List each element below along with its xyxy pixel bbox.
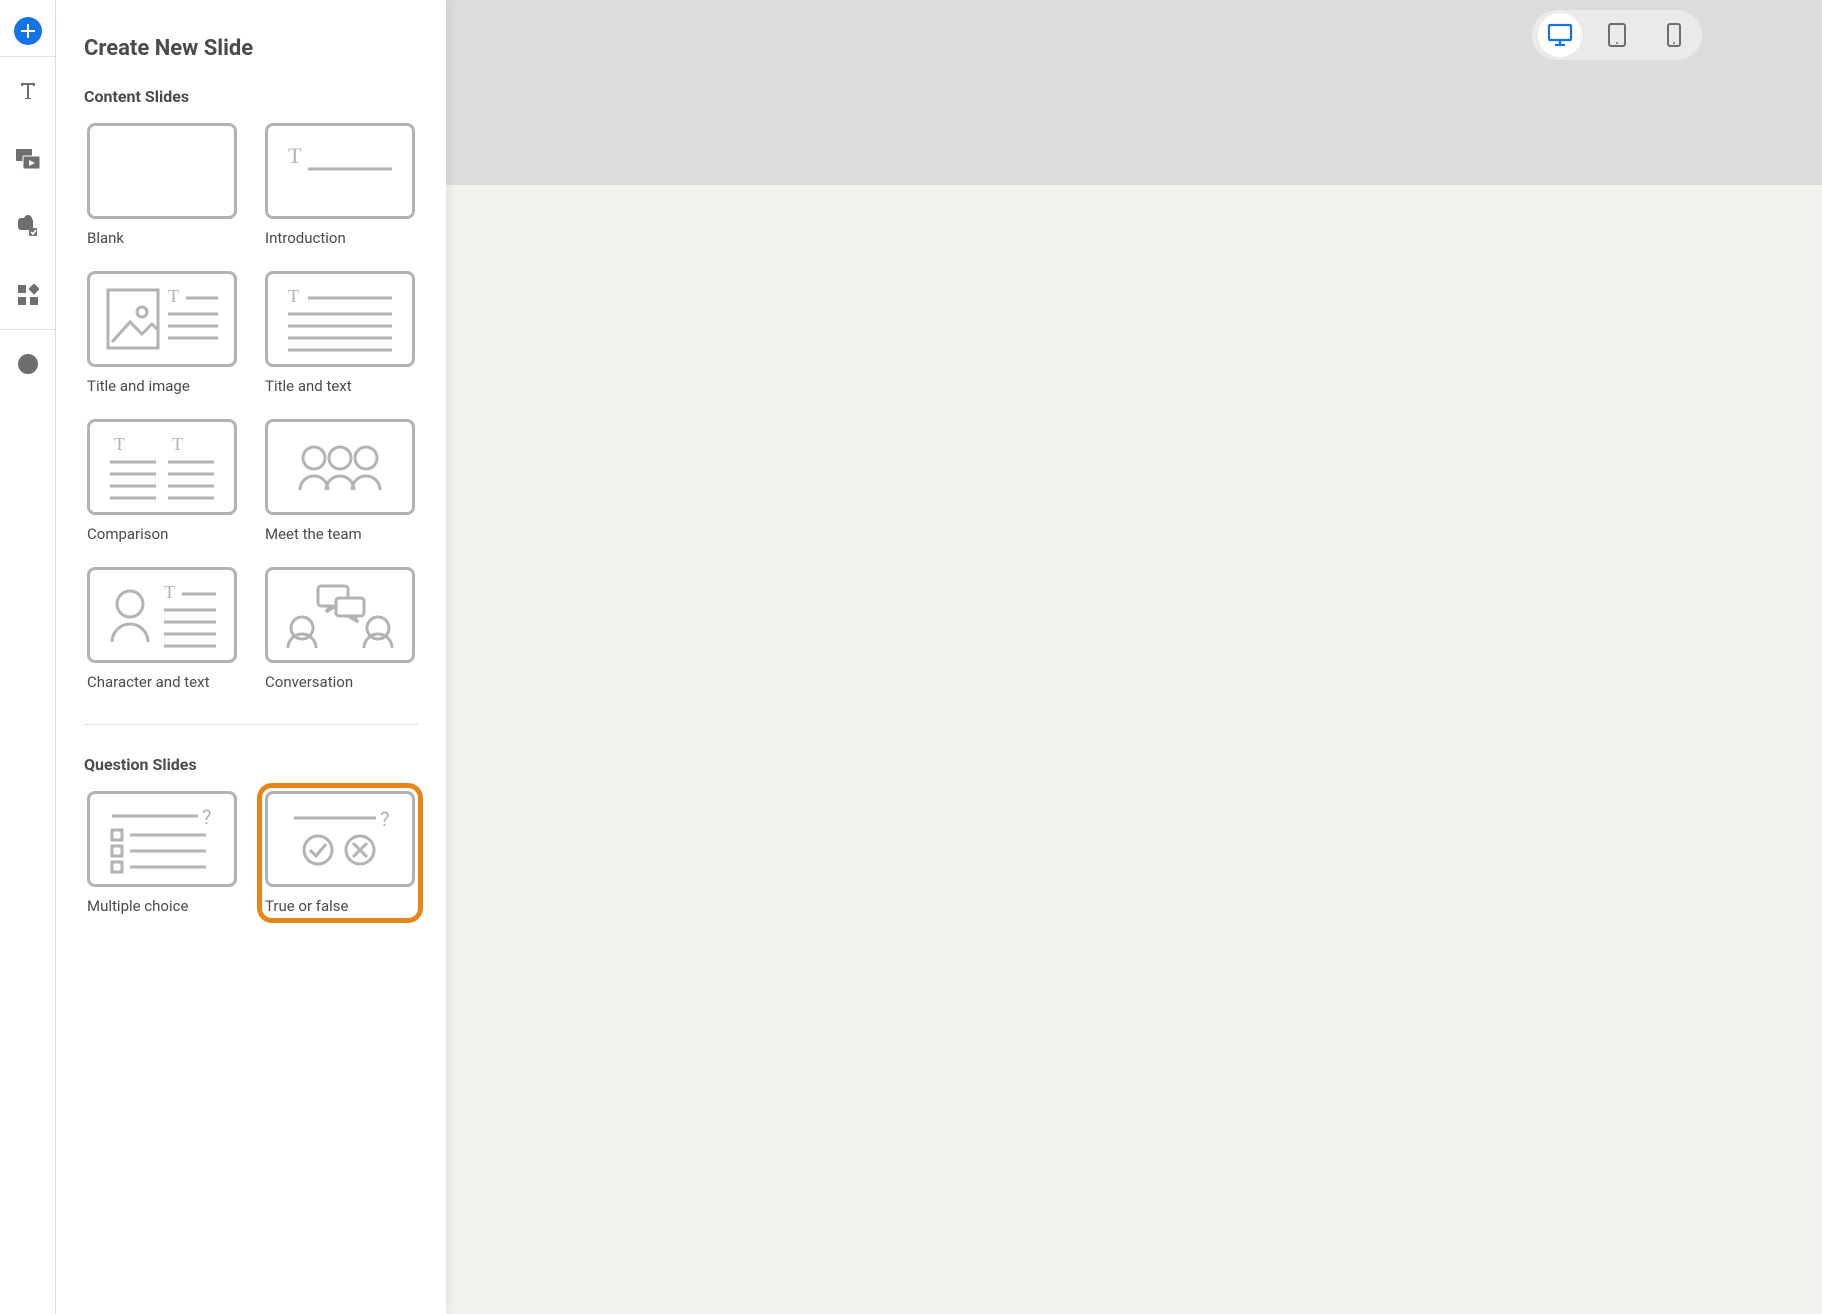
media-icon — [15, 148, 41, 170]
introduction-thumb-icon: T — [265, 123, 415, 219]
slide-option-title-text[interactable]: T Title and text — [262, 268, 418, 398]
plus-circle-icon — [14, 17, 42, 45]
svg-text:T: T — [164, 582, 175, 602]
character-text-thumb-icon: T — [87, 567, 237, 663]
title-text-thumb-icon: T — [265, 271, 415, 367]
left-rail — [0, 0, 56, 1314]
slide-option-label: Multiple choice — [87, 897, 237, 915]
question-slides-heading: Question Slides — [84, 755, 418, 774]
content-slides-heading: Content Slides — [84, 87, 418, 106]
add-slide-button[interactable] — [0, 6, 56, 56]
question-slides-grid: ? Multiple choice ? True or false — [84, 788, 418, 918]
svg-text:T: T — [168, 286, 179, 306]
media-tool-button[interactable] — [0, 125, 56, 193]
flyout-title: Create New Slide — [84, 36, 418, 61]
device-switcher — [1532, 10, 1702, 60]
text-icon — [16, 79, 40, 103]
widgets-icon — [17, 284, 39, 306]
mobile-icon — [1666, 22, 1682, 48]
content-slides-grid: Blank T Introduction T — [84, 120, 418, 694]
slide-option-blank[interactable]: Blank — [84, 120, 240, 250]
slide-option-label: Meet the team — [265, 525, 415, 543]
record-icon — [17, 353, 39, 375]
slide-option-introduction[interactable]: T Introduction — [262, 120, 418, 250]
slide-option-conversation[interactable]: Conversation — [262, 564, 418, 694]
mobile-view-button[interactable] — [1652, 13, 1696, 57]
slide-option-comparison[interactable]: T T Comparison — [84, 416, 240, 546]
title-image-thumb-icon: T — [87, 271, 237, 367]
slide-option-label: Title and image — [87, 377, 237, 395]
svg-text:T: T — [288, 143, 302, 168]
slide-option-label: Introduction — [265, 229, 415, 247]
svg-text:T: T — [172, 434, 183, 454]
multiple-choice-thumb-icon: ? — [87, 791, 237, 887]
svg-text:T: T — [114, 434, 125, 454]
conversation-thumb-icon — [265, 567, 415, 663]
desktop-icon — [1547, 23, 1573, 47]
svg-text:?: ? — [380, 807, 389, 831]
meet-team-thumb-icon — [265, 419, 415, 515]
tablet-view-button[interactable] — [1595, 13, 1639, 57]
slide-option-multiple-choice[interactable]: ? Multiple choice — [84, 788, 240, 918]
slide-option-character-text[interactable]: T Character and text — [84, 564, 240, 694]
slide-option-title-image[interactable]: T Title and image — [84, 268, 240, 398]
blank-thumb-icon — [87, 123, 237, 219]
tablet-icon — [1607, 22, 1627, 48]
true-false-thumb-icon: ? — [265, 791, 415, 887]
slide-option-label: Comparison — [87, 525, 237, 543]
text-tool-button[interactable] — [0, 57, 56, 125]
svg-text:T: T — [288, 286, 299, 306]
record-tool-button[interactable] — [0, 330, 56, 398]
section-divider — [84, 724, 418, 725]
widgets-tool-button[interactable] — [0, 261, 56, 329]
desktop-view-button[interactable] — [1538, 13, 1582, 57]
svg-text:?: ? — [202, 805, 211, 829]
interactive-tool-button[interactable] — [0, 193, 56, 261]
slide-option-true-false[interactable]: ? True or false — [262, 788, 418, 918]
comparison-thumb-icon: T T — [87, 419, 237, 515]
interactive-icon — [16, 215, 40, 239]
slide-option-meet-team[interactable]: Meet the team — [262, 416, 418, 546]
slide-option-label: Blank — [87, 229, 237, 247]
slide-option-label: Title and text — [265, 377, 415, 395]
slide-option-label: Conversation — [265, 673, 415, 691]
slide-option-label: Character and text — [87, 673, 237, 691]
create-slide-flyout: Create New Slide Content Slides Blank T … — [56, 0, 446, 1314]
slide-option-label: True or false — [265, 897, 415, 915]
